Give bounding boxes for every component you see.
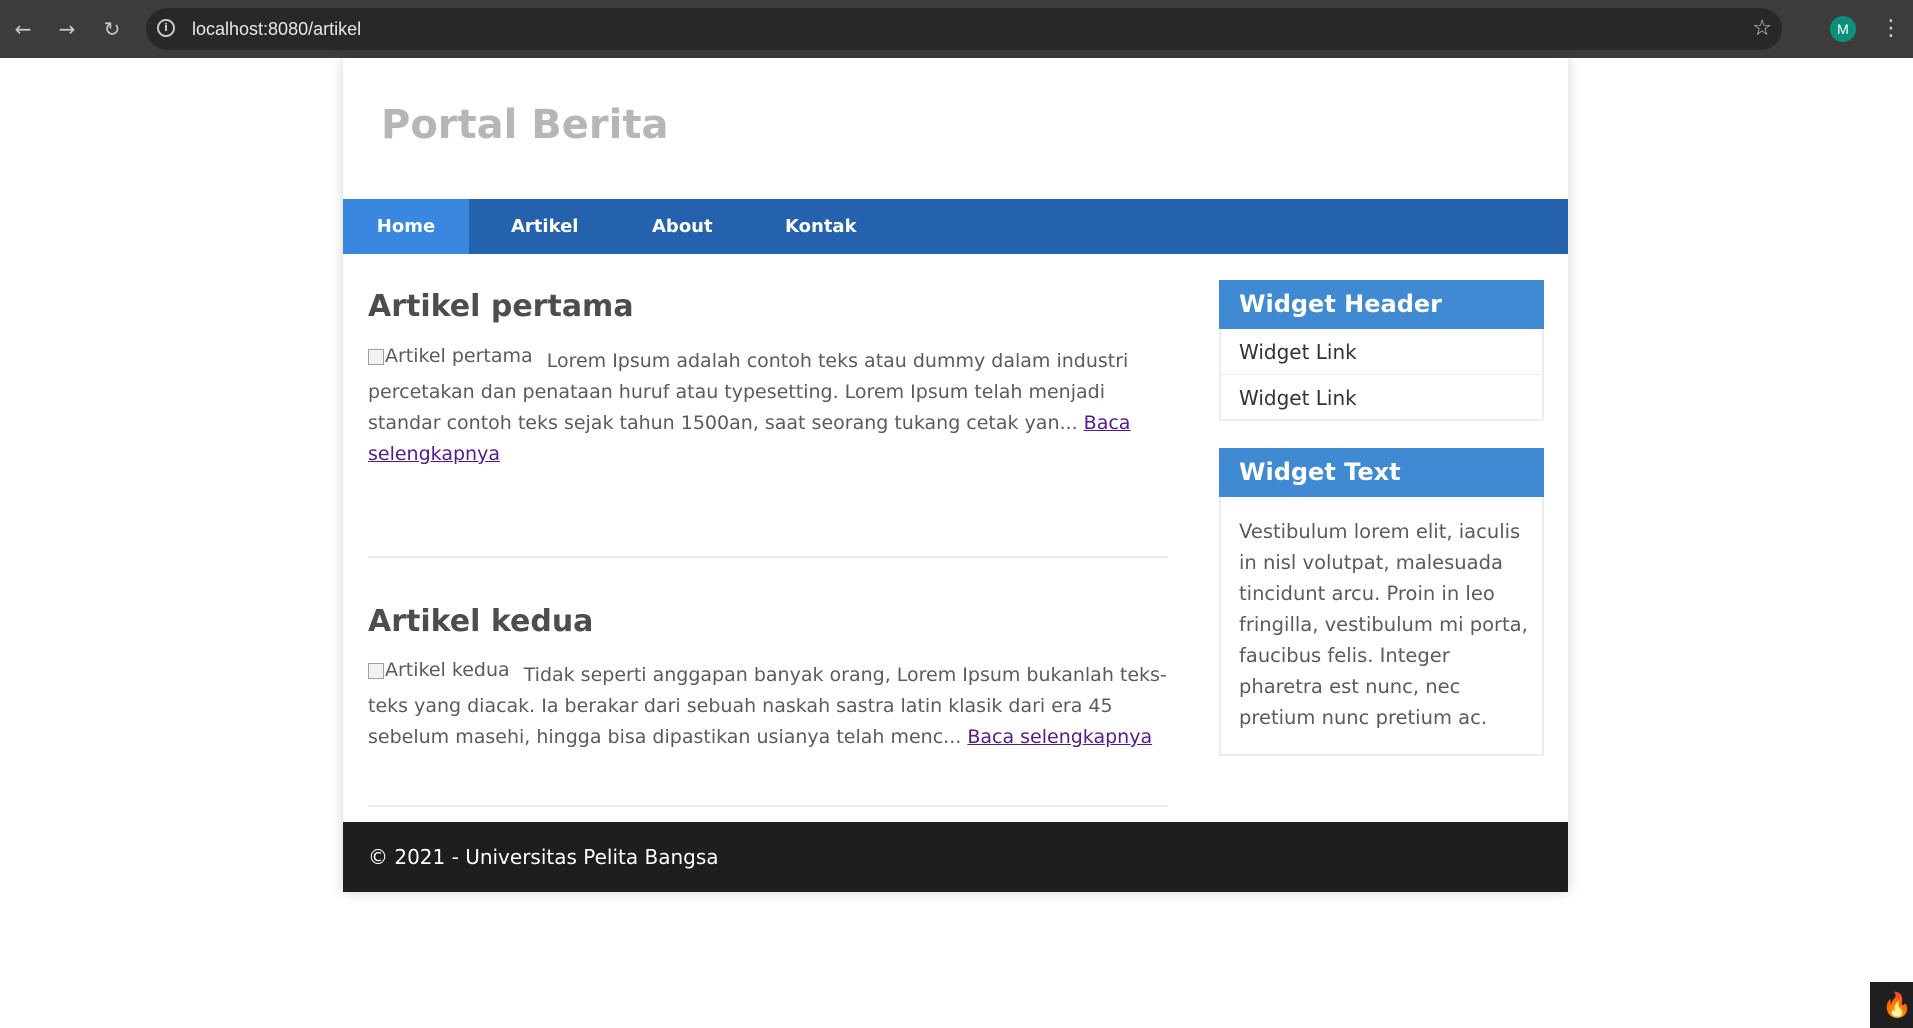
widget-link[interactable]: Widget Link (1221, 329, 1542, 375)
browser-toolbar: ← → ↻ i localhost:8080/artikel ☆ M ⋮ (0, 0, 1913, 58)
bookmark-star-icon[interactable]: ☆ (1752, 8, 1772, 50)
flame-icon: 🔥 (1882, 991, 1912, 1019)
debug-toolbar-toggle[interactable]: 🔥 (1870, 982, 1913, 1028)
site-header: Portal Berita (343, 58, 1568, 199)
widget-text-box: Widget Text Vestibulum lorem elit, iacul… (1219, 448, 1544, 756)
site-title: Portal Berita (381, 102, 669, 148)
browser-menu-icon[interactable]: ⋮ (1880, 14, 1902, 44)
broken-image-icon (368, 662, 384, 679)
address-url[interactable]: localhost:8080/artikel (192, 8, 361, 50)
nav-item-artikel[interactable]: Artikel (511, 199, 578, 254)
article-title[interactable]: Artikel pertama (368, 289, 634, 324)
article-image: Artikel pertama (368, 341, 533, 372)
back-arrow-icon[interactable]: ← (10, 16, 36, 42)
nav-item-about[interactable]: About (652, 199, 713, 254)
main-nav: Home Artikel About Kontak (343, 199, 1568, 254)
widget-header-box: Widget Header Widget Link Widget Link (1219, 280, 1544, 421)
broken-image-icon (368, 348, 384, 365)
article-image: Artikel kedua (368, 655, 510, 686)
profile-avatar[interactable]: M (1830, 16, 1856, 42)
article-body: Artikel pertama Lorem Ipsum adalah contoh… (368, 345, 1168, 470)
footer-copyright: © 2021 - Universitas Pelita Bangsa (368, 845, 719, 869)
article-image-alt: Artikel kedua (385, 659, 510, 681)
widget-link[interactable]: Widget Link (1221, 375, 1542, 421)
forward-arrow-icon[interactable]: → (54, 16, 80, 42)
widget-text-title: Widget Text (1219, 448, 1544, 497)
page-container: Portal Berita Home Artikel About Kontak … (343, 58, 1568, 892)
widget-text-body: Vestibulum lorem elit, iaculis in nisl v… (1239, 520, 1528, 729)
info-icon[interactable]: i (157, 19, 175, 37)
article-title[interactable]: Artikel kedua (368, 604, 593, 639)
read-more-link[interactable]: Baca selengkapnya (967, 726, 1152, 748)
article-item: Artikel pertama Artikel pertama Lorem Ips… (368, 254, 1168, 558)
site-footer: © 2021 - Universitas Pelita Bangsa (343, 822, 1568, 892)
nav-item-home[interactable]: Home (343, 199, 469, 254)
article-item: Artikel kedua Artikel kedua Tidak seperti… (368, 556, 1168, 807)
article-image-alt: Artikel pertama (385, 345, 533, 367)
address-bar[interactable]: i localhost:8080/artikel ☆ (146, 8, 1782, 50)
nav-item-kontak[interactable]: Kontak (785, 199, 857, 254)
reload-icon[interactable]: ↻ (99, 16, 125, 42)
article-body: Artikel kedua Tidak seperti anggapan bany… (368, 659, 1168, 753)
widget-header-title: Widget Header (1219, 280, 1544, 329)
